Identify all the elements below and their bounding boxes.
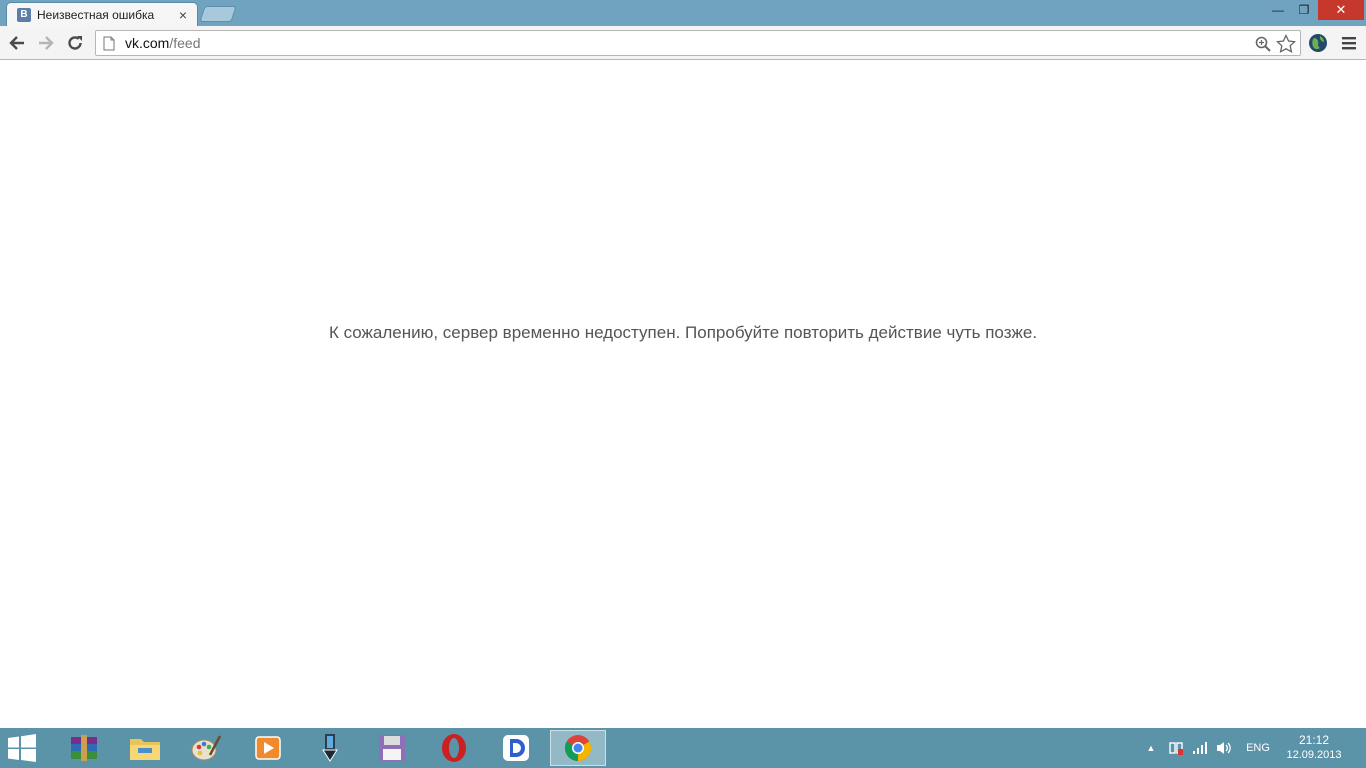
system-clock[interactable]: 21:12 12.09.2013 xyxy=(1282,733,1346,763)
file-explorer-icon xyxy=(130,739,160,760)
tab-close-icon[interactable]: × xyxy=(175,7,191,23)
chrome-icon xyxy=(564,735,592,762)
extension-globe-icon xyxy=(1309,34,1327,52)
forward-button[interactable] xyxy=(34,31,58,55)
new-tab-button[interactable] xyxy=(199,6,237,22)
url-host: vk.com xyxy=(125,35,170,51)
menu-icon xyxy=(1342,37,1356,50)
bookmark-star-icon[interactable] xyxy=(1276,34,1296,54)
browser-toolbar: vk.com/feed xyxy=(0,26,1366,60)
vk-favicon-icon: В xyxy=(17,7,31,22)
forward-arrow-icon xyxy=(39,36,54,50)
opera-icon xyxy=(442,734,466,762)
page-icon xyxy=(103,36,115,50)
taskbar-app-pen-tool[interactable] xyxy=(302,730,358,766)
reload-icon xyxy=(68,36,82,50)
close-window-button[interactable]: ✕ xyxy=(1318,0,1364,20)
clock-date: 12.09.2013 xyxy=(1286,749,1342,761)
browser-menu-button[interactable] xyxy=(1337,31,1361,55)
taskbar-app-chrome[interactable] xyxy=(550,730,606,766)
title-bar: В Неизвестная ошибка × — ❐ ✕ xyxy=(0,0,1366,26)
clock-time: 21:12 xyxy=(1298,733,1330,747)
taskbar-app-dropbox[interactable] xyxy=(488,730,544,766)
taskbar: ▲ ENG 21:12 12.09.2013 xyxy=(0,728,1366,768)
url-path: /feed xyxy=(169,35,201,51)
back-button[interactable] xyxy=(5,31,29,55)
page-content: К сожалению, сервер временно недоступен.… xyxy=(0,61,1366,728)
network-icon xyxy=(1169,742,1183,755)
wifi-signal-icon[interactable] xyxy=(1190,728,1210,768)
taskbar-app-paint[interactable] xyxy=(178,730,234,766)
back-arrow-icon xyxy=(9,36,24,50)
zoom-icon[interactable] xyxy=(1254,35,1272,53)
windows-start-icon[interactable] xyxy=(6,734,38,762)
tab-active[interactable]: В Неизвестная ошибка × xyxy=(6,2,198,26)
taskbar-app-floppy[interactable] xyxy=(364,730,420,766)
media-player-icon xyxy=(255,736,281,760)
taskbar-app-opera[interactable] xyxy=(426,730,482,766)
extension-button[interactable] xyxy=(1306,31,1330,55)
winrar-icon xyxy=(71,735,97,761)
paint-icon xyxy=(191,735,222,761)
taskbar-app-winrar[interactable] xyxy=(56,730,112,766)
address-bar[interactable]: vk.com/feed xyxy=(95,30,1301,56)
floppy-disk-icon xyxy=(379,735,405,761)
tray-show-hidden-icon[interactable]: ▲ xyxy=(1142,728,1160,768)
pen-tool-icon xyxy=(322,734,338,762)
dropbox-like-icon xyxy=(503,735,529,761)
language-indicator[interactable]: ENG xyxy=(1240,728,1276,768)
taskbar-app-media-player[interactable] xyxy=(240,730,296,766)
network-adapter-icon[interactable] xyxy=(1166,728,1186,768)
maximize-button[interactable]: ❐ xyxy=(1292,0,1316,20)
taskbar-app-explorer[interactable] xyxy=(117,730,173,766)
speaker-icon xyxy=(1217,742,1231,754)
tab-title: Неизвестная ошибка xyxy=(37,7,155,22)
error-message: К сожалению, сервер временно недоступен.… xyxy=(328,323,1038,342)
reload-button[interactable] xyxy=(63,31,87,55)
minimize-button[interactable]: — xyxy=(1266,0,1290,20)
volume-button[interactable] xyxy=(1214,728,1234,768)
signal-bars-icon xyxy=(1193,742,1207,754)
